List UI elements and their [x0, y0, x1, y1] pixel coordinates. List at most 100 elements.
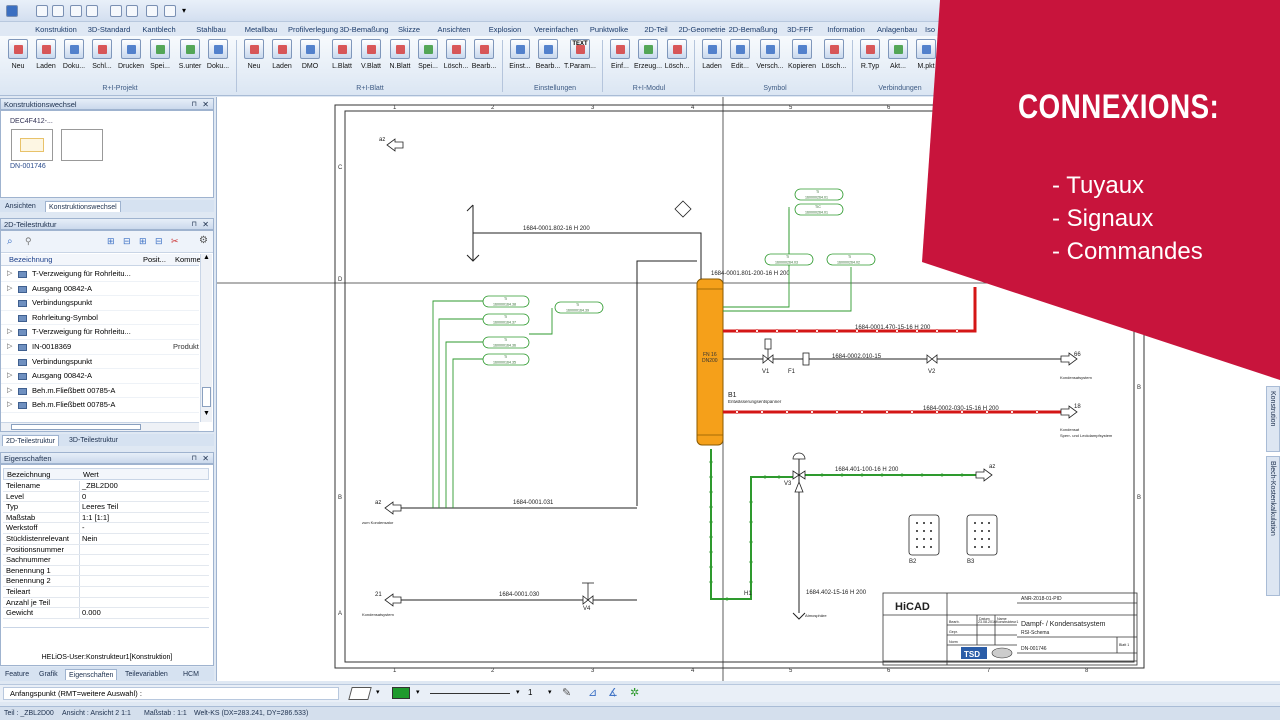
tree-expand-icon[interactable]: ⊞: [107, 236, 115, 247]
scroll-up-icon[interactable]: ▲: [203, 254, 210, 261]
expand-icon[interactable]: ▷: [7, 340, 12, 355]
side-tab-konstruktion[interactable]: Konstrution: [1266, 386, 1280, 452]
tab-skizze[interactable]: Skizze: [393, 23, 425, 36]
letztes-blatt-button[interactable]: L.Blatt: [328, 39, 356, 79]
modul-loeschen-button[interactable]: Lösch...: [663, 39, 691, 79]
property-row[interactable]: Positionsnummer: [3, 544, 209, 556]
naechstes-blatt-button[interactable]: N.Blatt: [386, 39, 414, 79]
tab-ansichten[interactable]: Ansichten: [433, 23, 475, 36]
property-value[interactable]: 0.000: [82, 608, 101, 619]
tree-row[interactable]: Rohrleitung-Symbol: [1, 311, 199, 326]
tab-2d-teilestruktur[interactable]: 2D-Teilestruktur: [2, 435, 60, 446]
tab-kantblech[interactable]: Kantblech: [138, 23, 180, 36]
expand-icon[interactable]: ▷: [7, 325, 12, 340]
tab-feature[interactable]: Feature: [2, 669, 32, 680]
expand-icon[interactable]: ▷: [7, 369, 12, 384]
drawing-canvas[interactable]: 1 2 3 4 5 6 7 8 1 2 3 4 5 6 7 8 C D B A …: [216, 97, 1280, 681]
drucken-button[interactable]: Drucken: [117, 39, 145, 79]
blatt-speichern-button[interactable]: Spei...: [414, 39, 442, 79]
pen-icon[interactable]: ✎: [562, 686, 571, 699]
tree-row[interactable]: ▷ IN-0018369 Produkt: [1, 340, 199, 355]
property-value[interactable]: -: [82, 523, 85, 534]
expand-icon[interactable]: ▷: [7, 398, 12, 413]
expand-icon[interactable]: ▷: [7, 282, 12, 297]
customize-chevron-icon[interactable]: ▾: [182, 6, 186, 15]
snap-icon[interactable]: ✲: [630, 686, 639, 699]
tree-scrollbar[interactable]: ▲ ▼: [200, 254, 212, 422]
text-parameter-button[interactable]: TEXT T.Param...: [564, 39, 596, 79]
linetype-preview[interactable]: [430, 693, 510, 694]
scroll-down-icon[interactable]: ▼: [203, 410, 210, 417]
measure-icon[interactable]: ⊿: [588, 686, 597, 699]
tab-explosion[interactable]: Explosion: [484, 23, 526, 36]
tree-row[interactable]: Verbindungspunkt: [1, 355, 199, 370]
speichern-unter-button[interactable]: S.unter: [176, 39, 204, 79]
line-number[interactable]: 1: [528, 688, 532, 697]
rohrtyp-button[interactable]: R.Typ: [856, 39, 884, 79]
search-icon[interactable]: ⌕: [7, 236, 13, 247]
linetype-dropdown-icon[interactable]: ▾: [516, 688, 520, 696]
symbol-laden-button[interactable]: Laden: [698, 39, 726, 79]
projekt-doku-button[interactable]: Doku...: [60, 39, 88, 79]
property-row[interactable]: Stücklistenrelevant Nein: [3, 534, 209, 545]
tab-3d-bemassung[interactable]: 3D-Bemaßung: [339, 23, 389, 36]
print-icon[interactable]: [110, 5, 122, 17]
tab-hcm[interactable]: HCM: [180, 669, 202, 680]
tree-row[interactable]: ▷ Ausgang 00842-A: [1, 282, 199, 297]
tree-row[interactable]: ▷ T-Verzweigung für Rohrleitu...: [1, 267, 199, 282]
symbol-verschieben-button[interactable]: Versch...: [756, 39, 784, 79]
property-row[interactable]: Anzahl je Teil: [3, 597, 209, 609]
tab-konstruktion[interactable]: Konstruktion: [31, 23, 81, 36]
einst-bearbeiten-button[interactable]: Bearb...: [534, 39, 562, 79]
tab-information[interactable]: Information: [822, 23, 870, 36]
tab-stahlbau[interactable]: Stahlbau: [190, 23, 232, 36]
tree-hscrollbar[interactable]: [1, 422, 199, 431]
open-icon[interactable]: [52, 5, 64, 17]
tab-ansichten-panel[interactable]: Ansichten: [2, 201, 39, 212]
property-value[interactable]: 0: [82, 492, 86, 503]
save-icon[interactable]: [70, 5, 82, 17]
drawing-thumbnail[interactable]: [11, 129, 53, 161]
undo-icon[interactable]: [146, 5, 158, 17]
command-input[interactable]: Anfangspunkt (RMT=weitere Auswahl) :: [3, 687, 339, 700]
new-icon[interactable]: [36, 5, 48, 17]
vorheriges-blatt-button[interactable]: V.Blatt: [357, 39, 385, 79]
projekt-laden-button[interactable]: Laden: [32, 39, 60, 79]
tab-2d-geometrie[interactable]: 2D-Geometrie: [677, 23, 727, 36]
property-row[interactable]: Benennung 1: [3, 565, 209, 577]
angle-icon[interactable]: ∡: [608, 686, 618, 699]
projekt-speichern-button[interactable]: Spei...: [146, 39, 174, 79]
tree-row[interactable]: ▷ Beh.m.Fließbett 00785-A: [1, 398, 199, 413]
property-row[interactable]: Sachnummer: [3, 555, 209, 566]
tree-row[interactable]: ▷ Ausgang 00842-A: [1, 369, 199, 384]
aktualisieren-button[interactable]: Akt...: [884, 39, 912, 79]
symbol-kopieren-button[interactable]: Kopieren: [788, 39, 816, 79]
symbol-editieren-button[interactable]: Edit...: [726, 39, 754, 79]
export-icon[interactable]: [126, 5, 138, 17]
property-row[interactable]: Teileart: [3, 587, 209, 598]
tab-vereinfachen[interactable]: Vereinfachen: [532, 23, 580, 36]
tab-3d-standard[interactable]: 3D-Standard: [84, 23, 134, 36]
tree-collapse-icon[interactable]: ⊟: [123, 236, 131, 247]
dropdown-icon[interactable]: ▾: [376, 688, 380, 696]
tree-sort-icon[interactable]: ⊟: [155, 236, 163, 247]
modul-erzeugen-button[interactable]: Erzeug...: [634, 39, 662, 79]
hscrollbar-thumb[interactable]: [11, 424, 141, 430]
einstellungen-button[interactable]: Einst...: [506, 39, 534, 79]
color-dropdown-icon[interactable]: ▾: [416, 688, 420, 696]
tree-row[interactable]: ▷ T-Verzweigung für Rohrleitu...: [1, 325, 199, 340]
filter-icon[interactable]: ⚲: [25, 236, 32, 247]
tab-konstruktionswechsel[interactable]: Konstruktionswechsel: [45, 201, 121, 212]
gear-icon[interactable]: ⚙: [199, 235, 208, 246]
tab-teilevariablen[interactable]: Teilevariablen: [122, 669, 171, 680]
property-value[interactable]: _ZBL2D00: [82, 481, 118, 492]
side-tab-blech-kostenkalkulation[interactable]: Blech-Kostenkalkulation: [1266, 456, 1280, 596]
tab-anlagenbau[interactable]: Anlagenbau: [873, 23, 921, 36]
modul-einfuegen-button[interactable]: Einf...: [606, 39, 634, 79]
save-as-icon[interactable]: [86, 5, 98, 17]
property-row[interactable]: Teilename _ZBL2D00: [3, 481, 209, 492]
line-number-dropdown-icon[interactable]: ▾: [548, 688, 552, 696]
blatt-laden-button[interactable]: Laden: [268, 39, 296, 79]
property-row[interactable]: Werkstoff -: [3, 523, 209, 534]
tree-row[interactable]: ▷ Beh.m.Fließbett 00785-A: [1, 384, 199, 399]
